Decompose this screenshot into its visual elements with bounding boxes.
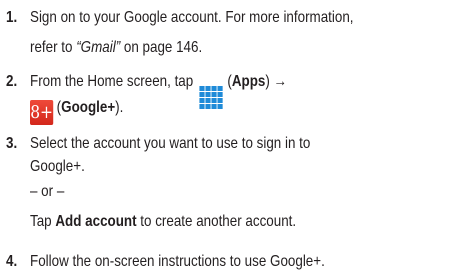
or-separator: – or –: [30, 183, 65, 200]
step-2-text-line-2: 8+ (Google+).: [30, 98, 123, 125]
step-2-paren-open: (: [223, 73, 232, 90]
step-3-text-line-1: Select the account you want to use to si…: [30, 135, 311, 152]
apps-label: Apps: [231, 73, 266, 90]
step-4-number: 4.: [6, 253, 18, 270]
add-account-label: Add account: [55, 213, 137, 230]
step-2-number: 2.: [6, 73, 18, 90]
step-2-intro-text: From the Home screen, tap: [30, 73, 194, 90]
step-3-tap-text: Tap: [30, 213, 56, 230]
step-1-refer-text: refer to: [30, 39, 77, 56]
step-3-number: 3.: [6, 135, 18, 152]
step-2-close-text: ).: [115, 99, 124, 116]
google-plus-label: Google+: [61, 99, 116, 116]
step-3-create-text: to create another account.: [136, 213, 297, 230]
google-plus-icon: 8+: [30, 100, 54, 125]
step-1-text-line-1: Sign on to your Google account. For more…: [30, 9, 354, 26]
step-3-text-line-2: Google+.: [30, 158, 85, 175]
step-1-number: 1.: [6, 9, 18, 26]
step-3-alternative-text: Tap Add account to create another accoun…: [30, 212, 296, 232]
apps-grid-icon: [199, 85, 223, 109]
step-1-text-line-2: refer to “Gmail” on page 146.: [30, 38, 202, 58]
step-4-text-line-1: Follow the on-screen instructions to use…: [30, 253, 325, 270]
step-2-arrow-text: ) →: [265, 73, 287, 90]
gmail-reference-link[interactable]: “Gmail”: [76, 39, 120, 56]
step-1-page-text: on page 146.: [120, 39, 203, 56]
